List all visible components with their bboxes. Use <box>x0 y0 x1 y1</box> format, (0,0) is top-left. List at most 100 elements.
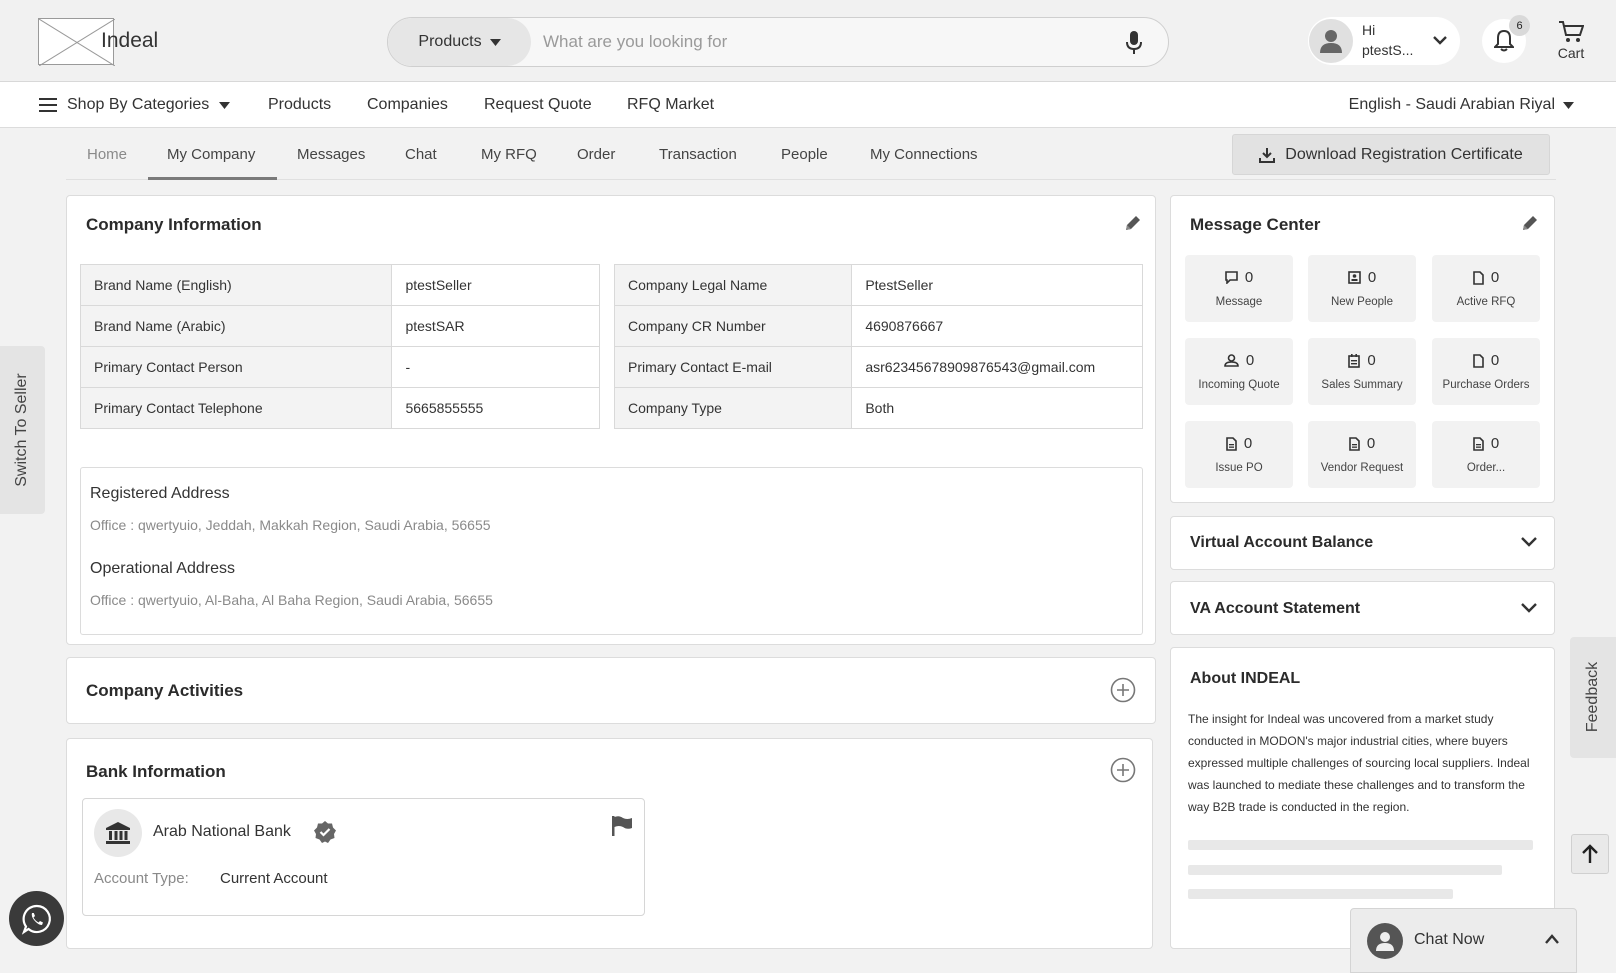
registered-address-label: Registered Address <box>90 485 230 502</box>
brand-name[interactable]: Indeal <box>101 29 158 53</box>
tile-order[interactable]: 0 Order... <box>1432 421 1540 488</box>
tab-order[interactable]: Order <box>577 146 615 163</box>
greeting: Hi <box>1362 22 1376 38</box>
cart-icon <box>1559 21 1584 42</box>
field-value: ptestSAR <box>391 305 600 347</box>
chat-icon <box>1225 271 1238 284</box>
table-row: Company Legal Name PtestSeller <box>613 264 1143 306</box>
tile-count: 0 <box>1490 352 1500 369</box>
shop-by-categories[interactable]: Shop By Categories <box>39 96 231 114</box>
add-circle-icon[interactable] <box>1110 677 1136 703</box>
tab-home[interactable]: Home <box>87 146 127 163</box>
field-label: Brand Name (English) <box>79 264 393 306</box>
tile-active-rfq[interactable]: 0 Active RFQ <box>1432 255 1540 322</box>
field-value: Both <box>851 387 1143 429</box>
tab-my-company[interactable]: My Company <box>167 146 255 163</box>
tab-chat[interactable]: Chat <box>405 146 437 163</box>
edit-pencil-icon[interactable] <box>1124 214 1142 232</box>
bell-icon <box>1494 30 1514 52</box>
tile-label: Vendor Request <box>1320 462 1404 474</box>
tile-count: 0 <box>1244 269 1254 286</box>
field-value: asr62345678909876543@gmail.com <box>851 346 1143 388</box>
tile-count: 0 <box>1490 269 1500 286</box>
tab-messages[interactable]: Messages <box>297 146 365 163</box>
loading-skeleton-line <box>1188 889 1453 899</box>
bank-name: Arab National Bank <box>153 823 291 840</box>
edit-pencil-icon[interactable] <box>1521 214 1539 232</box>
download-certificate-button[interactable]: Download Registration Certificate <box>1232 134 1550 175</box>
categories-label: Shop By Categories <box>67 96 210 113</box>
tile-count: 0 <box>1367 352 1376 369</box>
tile-count: 0 <box>1490 435 1500 452</box>
field-label: Primary Contact Person <box>79 346 393 388</box>
microphone-icon[interactable] <box>1126 31 1142 55</box>
nav-rfq-market[interactable]: RFQ Market <box>627 96 714 114</box>
company-activities-title: Company Activities <box>86 681 244 700</box>
tile-label: Incoming Quote <box>1198 379 1280 391</box>
flag-icon[interactable] <box>611 815 633 837</box>
field-label: Company Legal Name <box>613 264 853 306</box>
tile-label: Order... <box>1466 462 1506 474</box>
field-label: Primary Contact Telephone <box>79 387 393 429</box>
document-icon <box>1226 436 1237 451</box>
calendar-icon <box>1348 353 1361 368</box>
loading-skeleton-line <box>1188 865 1502 875</box>
field-value: - <box>391 346 600 388</box>
chat-now-widget[interactable]: Chat Now <box>1350 908 1577 973</box>
scroll-to-top-button[interactable] <box>1571 834 1609 874</box>
table-row: Company Type Both <box>613 387 1143 429</box>
table-row: Brand Name (Arabic) ptestSAR <box>79 305 600 347</box>
language-label: English - Saudi Arabian Riyal <box>1348 96 1555 113</box>
tab-my-connections[interactable]: My Connections <box>870 146 978 163</box>
table-row: Primary Contact Person - <box>79 346 600 388</box>
username: ptestS... <box>1362 42 1414 58</box>
field-value: PtestSeller <box>851 264 1143 306</box>
field-label: Primary Contact E-mail <box>613 346 853 388</box>
chevron-down-icon <box>1433 36 1447 45</box>
field-value: ptestSeller <box>391 264 600 306</box>
whatsapp-button[interactable] <box>9 891 64 946</box>
tab-people[interactable]: People <box>781 146 828 163</box>
field-label: Company CR Number <box>613 305 853 347</box>
account-type-value: Current Account <box>220 870 328 887</box>
bank-building-icon <box>106 822 130 844</box>
feedback-tab[interactable]: Feedback <box>1570 637 1616 758</box>
chevron-down-icon[interactable] <box>1520 535 1538 549</box>
cart-button[interactable]: Cart <box>1551 20 1591 61</box>
nav-request-quote[interactable]: Request Quote <box>484 96 592 114</box>
caret-down-icon <box>489 38 501 46</box>
nav-products[interactable]: Products <box>268 96 331 114</box>
search-bar: Products <box>387 17 1169 67</box>
switch-to-seller-tab[interactable]: Switch To Seller <box>0 346 45 514</box>
message-center-title: Message Center <box>1190 215 1321 234</box>
tile-sales-summary[interactable]: 0 Sales Summary <box>1308 338 1416 405</box>
tab-my-rfq[interactable]: My RFQ <box>481 146 537 163</box>
language-currency-selector[interactable]: English - Saudi Arabian Riyal <box>1349 96 1574 114</box>
tile-new-people[interactable]: 0 New People <box>1308 255 1416 322</box>
add-circle-icon[interactable] <box>1110 757 1136 783</box>
search-input[interactable] <box>543 18 1103 66</box>
tile-purchase-orders[interactable]: 0 Purchase Orders <box>1432 338 1540 405</box>
tile-count: 0 <box>1366 435 1376 452</box>
tile-label: New People <box>1330 296 1393 308</box>
tab-transaction[interactable]: Transaction <box>659 146 737 163</box>
bank-account-card[interactable] <box>82 798 645 916</box>
tile-count: 0 <box>1245 352 1255 369</box>
tile-vendor-request[interactable]: 0 Vendor Request <box>1308 421 1416 488</box>
address-box <box>80 467 1143 635</box>
user-icon <box>1376 932 1394 951</box>
tile-issue-po[interactable]: 0 Issue PO <box>1185 421 1293 488</box>
avatar <box>1367 923 1403 959</box>
chevron-up-icon <box>1545 934 1559 944</box>
search-category-dropdown[interactable]: Products <box>388 18 531 66</box>
tile-message[interactable]: 0 Message <box>1185 255 1293 322</box>
company-info-table-left: Brand Name (English) ptestSeller Brand Na… <box>79 264 600 429</box>
chevron-down-icon[interactable] <box>1520 601 1538 615</box>
nav-companies[interactable]: Companies <box>367 96 448 114</box>
about-title: About INDEAL <box>1190 670 1301 687</box>
document-icon <box>1349 436 1360 451</box>
download-icon <box>1259 147 1276 163</box>
tile-incoming-quote[interactable]: 0 Incoming Quote <box>1185 338 1293 405</box>
user-menu[interactable]: Hi ptestS... <box>1308 17 1460 65</box>
notification-badge: 6 <box>1509 15 1530 36</box>
